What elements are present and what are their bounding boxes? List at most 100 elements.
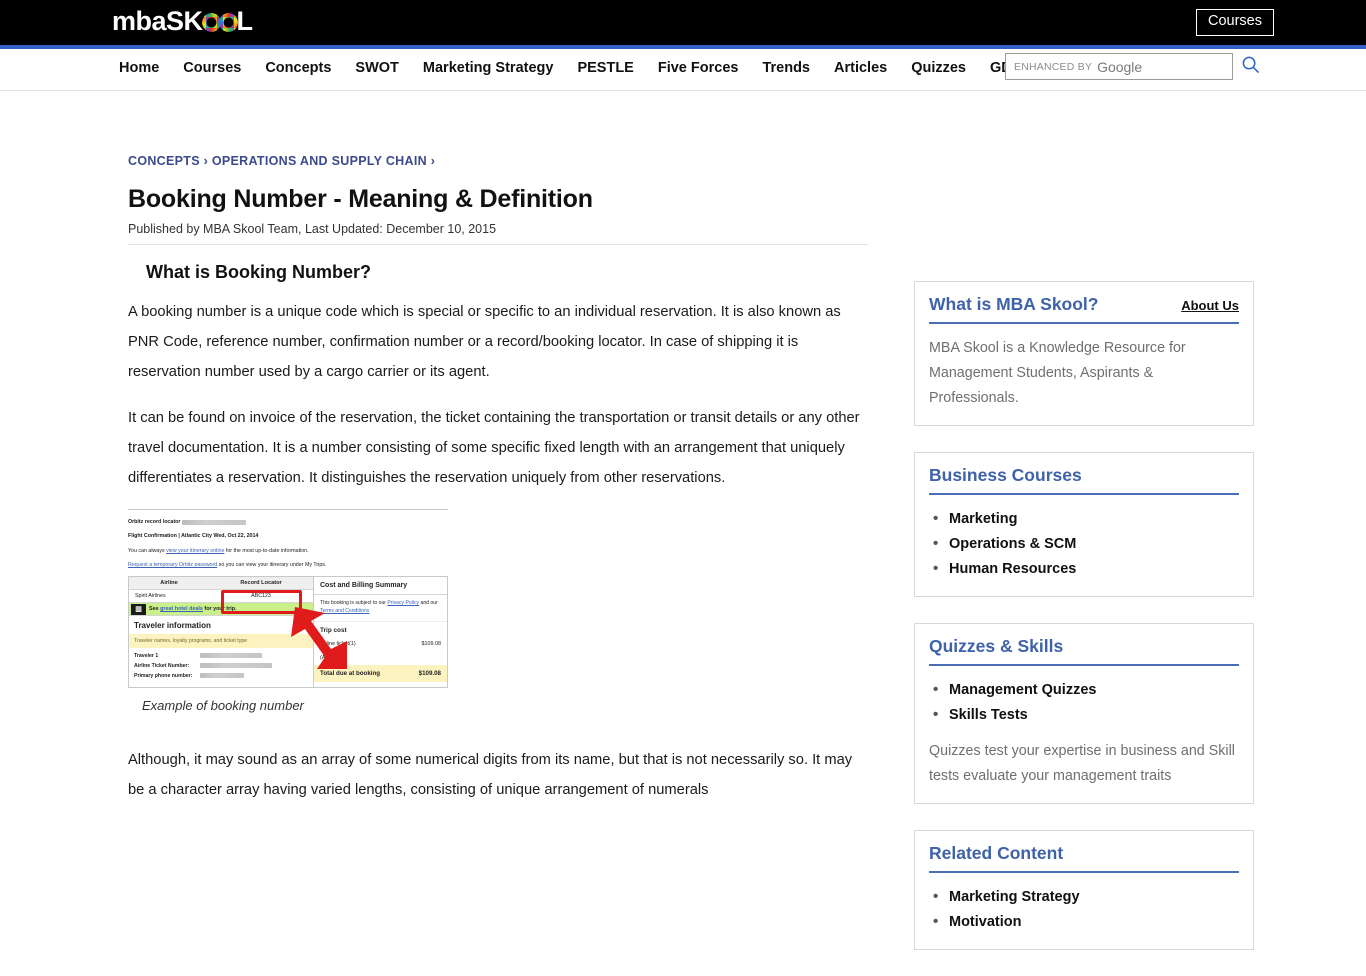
figure-total-label: Total due at booking [320, 669, 381, 677]
figure-hotel-pre: See [149, 606, 161, 613]
nav-links: Home Courses Concepts SWOT Marketing Str… [119, 60, 1061, 76]
figure-hotel-deal-banner[interactable]: ▥ See great hotel deals for your trip. [129, 602, 313, 616]
quizzes-skills-list: Management Quizzes Skills Tests [929, 677, 1239, 728]
figure-traveler-1-redacted: x [200, 653, 262, 659]
card-title: What is MBA Skool? [929, 294, 1099, 314]
nav-item-quizzes[interactable]: Quizzes [911, 60, 966, 76]
site-logo[interactable]: mbaSK L [112, 6, 253, 37]
figure-fare-label: Airline ticket(1) [320, 640, 356, 647]
figure-traveler-1-label: Traveler 1 [134, 653, 159, 660]
figure-cost-subhead: Trip cost [320, 626, 347, 634]
figure-right-column: Cost and Billing Summary This booking is… [314, 577, 447, 687]
search-area: ENHANCED BY Google [1005, 53, 1260, 80]
list-item-motivation[interactable]: Motivation [929, 909, 1239, 935]
list-item-skills-tests[interactable]: Skills Tests [929, 702, 1239, 728]
nav-item-concepts[interactable]: Concepts [265, 60, 331, 76]
figure-password-link[interactable]: Request a temporary Orbitz password [128, 562, 217, 568]
list-item-operations-scm[interactable]: Operations & SCM [929, 531, 1239, 557]
page-title: Booking Number - Meaning & Definition [128, 185, 593, 213]
breadcrumb[interactable]: CONCEPTS › OPERATIONS AND SUPPLY CHAIN › [128, 154, 868, 168]
nav-item-pestle[interactable]: PESTLE [577, 60, 633, 76]
nav-item-marketing-strategy[interactable]: Marketing Strategy [423, 60, 554, 76]
list-item-marketing-strategy[interactable]: Marketing Strategy [929, 884, 1239, 910]
article-main: CONCEPTS › OPERATIONS AND SUPPLY CHAIN ›… [128, 154, 868, 821]
card-header: Quizzes & Skills [929, 624, 1239, 666]
list-item-management-quizzes[interactable]: Management Quizzes [929, 677, 1239, 703]
figure-airline-row: Spirit Airlines ABC123 [129, 590, 313, 602]
figure-cost-note-pre: This booking is subject to our [320, 600, 388, 607]
search-placeholder-enhanced: ENHANCED BY [1014, 60, 1093, 73]
article-paragraph-1: A booking number is a unique code which … [128, 304, 841, 380]
figure-terms-link[interactable]: Terms and Conditions [320, 608, 369, 614]
sidebar-card-related-content: Related Content Marketing Strategy Motiv… [914, 830, 1254, 950]
logo-ring-o1-icon [201, 13, 221, 32]
business-courses-list: Marketing Operations & SCM Human Resourc… [929, 506, 1239, 582]
figure-record-locator-line: Orbitz record locator xx [128, 519, 448, 525]
sidebar: What is MBA Skool? About Us MBA Skool is… [914, 281, 1254, 976]
figure-itinerary-post: for the most up-to-date information. [224, 547, 309, 554]
figure-traveler-rows: Traveler 1 x Airline Ticket Number: x Pr… [129, 648, 313, 687]
site-header: mbaSK L Courses [0, 0, 1366, 45]
sidebar-card-business-courses: Business Courses Marketing Operations & … [914, 452, 1254, 597]
article-paragraph-3: Although, it may sound as an array of so… [128, 752, 853, 799]
figure-traveler-1-row: Traveler 1 x [134, 653, 308, 659]
nav-item-articles[interactable]: Articles [834, 60, 887, 76]
nav-item-trends[interactable]: Trends [762, 60, 810, 76]
figure-traveler-information-heading: Traveler information [129, 615, 313, 634]
figure-itinerary-line: You can always view your itinerary onlin… [128, 548, 448, 554]
figure-col-head-airline: Airline [129, 577, 209, 591]
nav-item-home[interactable]: Home [119, 60, 159, 76]
quizzes-skills-note: Quizzes test your expertise in business … [929, 743, 1235, 784]
figure-record-locator-redacted: xx [181, 520, 246, 525]
card-title: Related Content [929, 843, 1064, 863]
figure-cost-title: Cost and Billing Summary [314, 577, 447, 596]
sidebar-card-quizzes-skills: Quizzes & Skills Management Quizzes Skil… [914, 623, 1254, 804]
figure-fare-row: Airline ticket(1) $109.08 [314, 637, 447, 651]
nav-item-five-forces[interactable]: Five Forces [658, 60, 739, 76]
figure-booking-table: Airline Record Locator Spirit Airlines A… [128, 576, 448, 689]
figure-hotel-post: for your trip. [202, 606, 237, 613]
figure-cost-note-mid: and our [419, 600, 438, 607]
logo-ring-o2-icon [218, 13, 238, 32]
figure-phone-label: Primary phone number: [134, 673, 193, 680]
figure-ticket-number-label: Airline Ticket Number: [134, 663, 190, 670]
search-input[interactable]: ENHANCED BY Google [1005, 53, 1233, 80]
figure-ticket-number-redacted: x [200, 663, 272, 669]
figure-adult-row: (Adult: 1) [314, 651, 447, 665]
figure-flight-confirmation: Flight Confirmation | Atlantic City Wed,… [128, 533, 259, 540]
card-header: Business Courses [929, 453, 1239, 495]
card-header: What is MBA Skool? About Us [929, 282, 1239, 324]
figure-itinerary-link[interactable]: view your itinerary online [166, 548, 224, 554]
search-icon[interactable] [1241, 55, 1260, 79]
card-description: MBA Skool is a Knowledge Resource for Ma… [929, 340, 1186, 406]
hotel-bed-icon: ▥ [131, 604, 146, 616]
figure-hotel-link[interactable]: great hotel deals [160, 606, 203, 612]
figure-phone-row: Primary phone number: x [134, 673, 308, 679]
booking-example-figure: Orbitz record locator xx Flight Confirma… [128, 509, 448, 689]
list-item-human-resources[interactable]: Human Resources [929, 556, 1239, 582]
nav-item-courses[interactable]: Courses [183, 60, 241, 76]
figure-divider [128, 509, 448, 510]
figure-booking-number: ABC123 [251, 593, 271, 600]
figure-adult-label: (Adult: 1) [320, 654, 342, 661]
sidebar-card-what-is-mba-skool: What is MBA Skool? About Us MBA Skool is… [914, 281, 1254, 426]
card-title: Quizzes & Skills [929, 636, 1064, 656]
figure-privacy-policy-link[interactable]: Privacy Policy [387, 600, 419, 606]
search-placeholder-google: Google [1097, 58, 1143, 75]
figure-phone-redacted: x [200, 673, 244, 679]
about-us-link[interactable]: About Us [1181, 298, 1239, 313]
section-heading: What is Booking Number? [146, 262, 371, 282]
figure-col-head-locator: Record Locator [209, 577, 313, 591]
figure-ticket-number-row: Airline Ticket Number: x [134, 663, 308, 669]
figure-total-row: Total due at booking $109.08 [314, 664, 447, 682]
courses-button[interactable]: Courses [1196, 9, 1274, 36]
logo-text-sk: SK [166, 6, 203, 36]
article-byline: Published by MBA Skool Team, Last Update… [128, 222, 868, 245]
figure-caption: Example of booking number [142, 698, 304, 714]
figure-record-locator-label: Orbitz record locator [128, 519, 181, 525]
logo-text-mba: mba [112, 6, 167, 36]
list-item-marketing[interactable]: Marketing [929, 506, 1239, 532]
nav-item-swot[interactable]: SWOT [355, 60, 399, 76]
figure-left-column: Airline Record Locator Spirit Airlines A… [129, 577, 314, 688]
figure-traveler-note: Traveler names, loyalty programs, and ti… [129, 634, 313, 649]
